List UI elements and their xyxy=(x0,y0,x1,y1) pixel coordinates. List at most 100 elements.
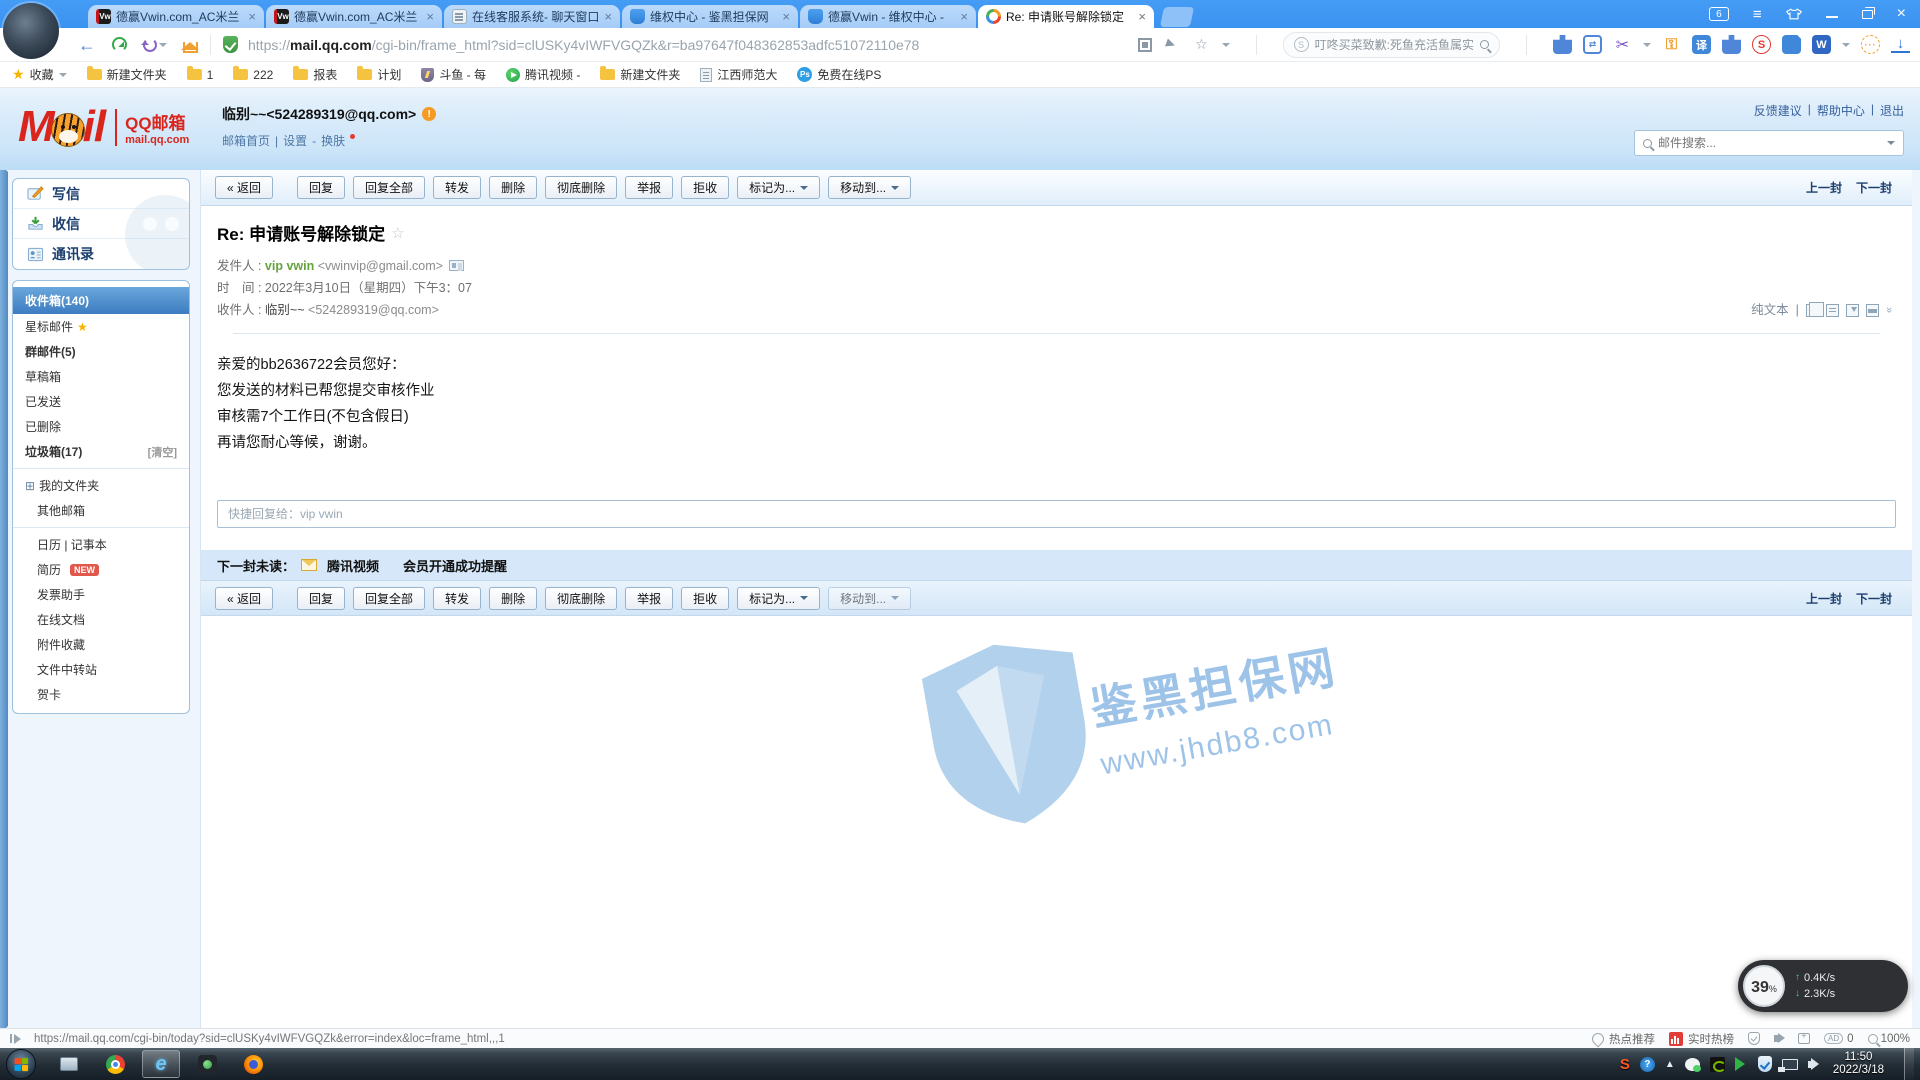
skin-link[interactable]: 换肤 xyxy=(321,132,345,149)
ad-blocker[interactable]: AD 0 xyxy=(1824,1033,1854,1045)
mark-as-dropdown[interactable]: 标记为... xyxy=(737,176,820,199)
reply-button[interactable]: 回复 xyxy=(297,587,345,610)
start-button[interactable] xyxy=(6,1049,36,1079)
address-bar[interactable]: https://mail.qq.com/cgi-bin/frame_html?s… xyxy=(248,37,1138,53)
hot-search-box[interactable]: S 叮咚买菜致歉:死鱼充活鱼属实 xyxy=(1283,32,1500,58)
help-center-link[interactable]: 帮助中心 xyxy=(1817,102,1865,119)
qr-code-icon[interactable] xyxy=(1138,38,1152,52)
next-unread-sender[interactable]: 腾讯视频 xyxy=(327,556,379,575)
extension-puzzle-icon[interactable] xyxy=(1553,35,1572,54)
new-tab-button[interactable] xyxy=(1160,7,1194,27)
print-icon[interactable] xyxy=(1866,304,1879,317)
delete-button[interactable]: 删除 xyxy=(489,176,537,199)
bookmark-douyu[interactable]: 斗鱼 - 每 xyxy=(421,66,486,83)
sidebar-item-my-folders[interactable]: ⊞ 我的文件夹 xyxy=(13,473,189,498)
browser-user-avatar[interactable] xyxy=(3,3,59,59)
open-new-window-icon[interactable] xyxy=(1806,304,1819,317)
tab-close-icon[interactable]: × xyxy=(782,9,790,24)
sidebar-item-other-mail[interactable]: 其他邮箱 xyxy=(13,498,189,523)
qqmail-logo[interactable]: M il QQ邮箱 mail.qq.com xyxy=(18,102,189,152)
tab-close-icon[interactable]: × xyxy=(960,9,968,24)
caret-down-icon[interactable] xyxy=(1643,43,1651,51)
plain-text-label[interactable]: 纯文本 xyxy=(1751,299,1789,321)
favorites-menu[interactable]: ★ 收藏 xyxy=(12,66,67,83)
realtime-trending[interactable]: 实时热榜 xyxy=(1669,1031,1734,1047)
bookmark-folder-3[interactable]: 222 xyxy=(233,68,273,82)
bookmark-folder-1[interactable]: 新建文件夹 xyxy=(87,66,167,83)
script-extension-icon[interactable]: S xyxy=(1752,35,1771,54)
tab-close-icon[interactable]: × xyxy=(248,9,256,24)
caret-down-icon[interactable] xyxy=(1222,43,1230,51)
volume-icon[interactable] xyxy=(1808,1061,1813,1068)
sidebar-item-sent[interactable]: 已发送 xyxy=(13,389,189,414)
view-source-icon[interactable] xyxy=(1826,304,1839,317)
minimize-icon[interactable] xyxy=(1826,16,1838,18)
bookmark-online-ps[interactable]: Ps免费在线PS xyxy=(797,66,881,83)
bookmark-folder-5[interactable]: 计划 xyxy=(357,66,401,83)
send-to-phone-icon[interactable]: ⇄ xyxy=(1583,35,1602,54)
sidebar-item-group-mail[interactable]: 群邮件(5) xyxy=(13,339,189,364)
wechat-tray-icon[interactable] xyxy=(1685,1058,1700,1071)
tab-2[interactable]: Vw 德赢Vwin.com_AC米兰 × xyxy=(266,5,442,28)
zoom-control[interactable]: 100% xyxy=(1868,1033,1910,1045)
taskbar-clock[interactable]: 11:50 2022/3/18 xyxy=(1823,1051,1894,1077)
mark-as-dropdown[interactable]: 标记为... xyxy=(737,587,820,610)
show-desktop-button[interactable] xyxy=(1904,1048,1914,1080)
reply-all-button[interactable]: 回复全部 xyxy=(353,176,425,199)
account-warning-icon[interactable]: ! xyxy=(422,107,436,121)
taskbar-app-wechat-dev[interactable] xyxy=(188,1050,226,1078)
sidebar-item-greeting-card[interactable]: 贺卡 xyxy=(13,682,189,707)
quick-reply-input[interactable] xyxy=(217,500,1896,528)
reject-button[interactable]: 拒收 xyxy=(681,587,729,610)
tab-1[interactable]: Vw 德赢Vwin.com_AC米兰 × xyxy=(88,5,264,28)
tab-close-icon[interactable]: × xyxy=(604,9,612,24)
word-extension-icon[interactable]: W xyxy=(1812,35,1831,54)
password-key-icon[interactable]: ⚿ xyxy=(1662,35,1681,54)
refresh-icon[interactable] xyxy=(112,37,127,52)
security-shield-icon[interactable] xyxy=(223,36,238,53)
memory-percent-gauge[interactable]: 39 % xyxy=(1743,965,1785,1007)
home-icon[interactable] xyxy=(183,42,198,53)
move-to-dropdown[interactable]: 移动到... xyxy=(828,587,911,610)
sidebar-item-resume[interactable]: 简历 NEW xyxy=(13,557,189,582)
safety-check-icon[interactable] xyxy=(1748,1032,1760,1045)
mail-search-box[interactable] xyxy=(1634,130,1904,156)
tab-close-icon[interactable]: × xyxy=(426,9,434,24)
hot-search-text[interactable]: 叮咚买菜致歉:死鱼充活鱼属实 xyxy=(1315,36,1474,53)
back-to-list-button[interactable]: « 返回 xyxy=(215,587,273,610)
tray-expand-icon[interactable]: ▲ xyxy=(1665,1059,1675,1070)
network-speed-overlay[interactable]: 39 % ↑ 0.4K/s ↓ 2.3K/s xyxy=(1738,960,1908,1012)
collapse-chevron-icon[interactable]: » xyxy=(1878,307,1900,313)
download-icon[interactable]: ↓ xyxy=(1891,37,1910,53)
add-gadget-icon[interactable] xyxy=(1798,1033,1810,1044)
sender-name[interactable]: vip vwin xyxy=(265,259,314,273)
bookmark-folder-4[interactable]: 报表 xyxy=(293,66,337,83)
taskbar-app-browser-active[interactable]: e xyxy=(142,1050,180,1078)
sidebar-item-invoice-helper[interactable]: 发票助手 xyxy=(13,582,189,607)
sidebar-item-online-docs[interactable]: 在线文档 xyxy=(13,607,189,632)
tab-6-active[interactable]: Re: 申请账号解除锁定 × xyxy=(978,5,1154,28)
sogou-tray-icon[interactable]: S xyxy=(1620,1056,1630,1073)
star-toggle-icon[interactable]: ☆ xyxy=(391,224,404,242)
expand-icon[interactable]: ⊞ xyxy=(25,479,35,493)
favorite-star-icon[interactable]: ☆ xyxy=(1195,36,1208,53)
forward-button[interactable]: 转发 xyxy=(433,587,481,610)
notebook-extension-icon[interactable] xyxy=(1782,35,1801,54)
taskbar-app-explorer[interactable] xyxy=(50,1050,88,1078)
reply-all-button[interactable]: 回复全部 xyxy=(353,587,425,610)
nvidia-tray-icon[interactable] xyxy=(1710,1057,1725,1072)
caret-down-icon[interactable] xyxy=(1887,141,1895,149)
sidebar-item-file-transfer[interactable]: 文件中转站 xyxy=(13,657,189,682)
caret-down-icon[interactable] xyxy=(159,43,167,51)
sidebar-item-junk[interactable]: 垃圾箱(17) [清空] xyxy=(13,439,189,464)
bookmark-folder-6[interactable]: 新建文件夹 xyxy=(600,66,680,83)
feedback-link[interactable]: 反馈建议 xyxy=(1754,102,1802,119)
mute-page-icon[interactable] xyxy=(1774,1035,1780,1042)
next-mail-link[interactable]: 下一封 xyxy=(1856,590,1892,607)
sidebar-item-deleted[interactable]: 已删除 xyxy=(13,414,189,439)
sidebar-item-inbox[interactable]: 收件箱(140) xyxy=(13,287,189,314)
bookmark-tencent-video[interactable]: 腾讯视频 - xyxy=(506,66,580,83)
sidebar-item-starred[interactable]: 星标邮件 ★ xyxy=(13,314,189,339)
back-to-list-button[interactable]: « 返回 xyxy=(215,176,273,199)
tab-close-icon[interactable]: × xyxy=(1138,9,1146,24)
